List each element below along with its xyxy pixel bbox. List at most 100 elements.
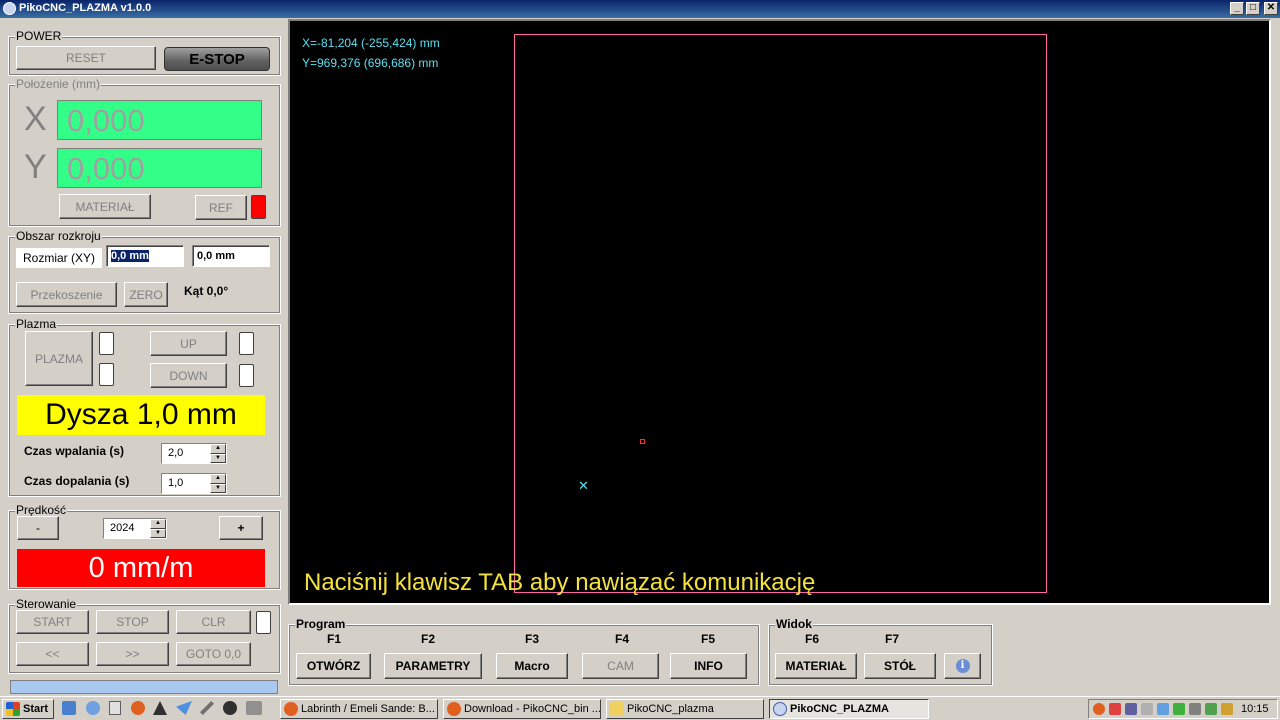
- open-button[interactable]: OTWÓRZ: [296, 653, 371, 679]
- speed-spinner[interactable]: 2024 ▲ ▼: [103, 518, 167, 539]
- title-bar[interactable]: PikoCNC_PLAZMA v1.0.0 _ □ ✕: [0, 0, 1280, 18]
- notepad-icon[interactable]: [109, 701, 121, 715]
- volume-icon[interactable]: [1141, 703, 1153, 715]
- media-icon[interactable]: [223, 701, 237, 715]
- plasma-button[interactable]: PLAZMA: [25, 331, 93, 386]
- windows-logo-icon: [6, 702, 20, 716]
- spin-down-icon[interactable]: ▼: [210, 483, 226, 493]
- task-firefox-labrinth[interactable]: Labrinth / Emeli Sande: B...: [280, 699, 438, 719]
- pierce-time-spinner[interactable]: 2,0 ▲ ▼: [161, 443, 227, 464]
- firefox-icon: [284, 702, 298, 716]
- angle-label: Kąt 0,0°: [184, 284, 229, 298]
- origin-marker: [640, 439, 645, 444]
- material-button[interactable]: MATERIAŁ: [59, 194, 151, 219]
- maximize-button[interactable]: □: [1246, 2, 1260, 15]
- task-label: Labrinth / Emeli Sande: B...: [301, 703, 435, 715]
- speed-title: Prędkość: [15, 503, 68, 517]
- ref-button[interactable]: REF: [195, 195, 247, 220]
- network-icon[interactable]: [1157, 703, 1169, 715]
- goto-zero-button[interactable]: GOTO 0,0: [176, 642, 251, 666]
- start-button[interactable]: START: [16, 610, 89, 634]
- plasma-indicator-top: [99, 332, 114, 355]
- x-position-display: 0,000: [57, 100, 262, 140]
- tray-app-icon[interactable]: [1093, 703, 1105, 715]
- spin-down-icon[interactable]: ▼: [150, 528, 166, 538]
- post-time-spinner[interactable]: 1,0 ▲ ▼: [161, 473, 227, 494]
- progress-bar: [10, 680, 278, 694]
- task-pikocnc[interactable]: PikoCNC_PLAZMA: [769, 699, 929, 719]
- f7-key-label: F7: [885, 632, 900, 646]
- messenger-icon[interactable]: [86, 701, 100, 715]
- clr-button[interactable]: CLR: [176, 610, 251, 634]
- material-view-button[interactable]: MATERIAŁ: [775, 653, 857, 679]
- plasma-title: Plazma: [15, 317, 58, 331]
- pierce-time-value: 2,0: [168, 447, 184, 459]
- f4-key-label: F4: [615, 632, 630, 646]
- spin-up-icon[interactable]: ▲: [150, 519, 166, 529]
- pierce-time-label: Czas wpalania (s): [24, 444, 125, 458]
- zero-button[interactable]: ZERO: [124, 282, 168, 307]
- size-x-input[interactable]: 0,0 mm: [106, 245, 184, 267]
- control-indicator: [256, 611, 271, 634]
- size-x-value: 0,0 mm: [111, 250, 149, 262]
- info-button[interactable]: INFO: [670, 653, 747, 679]
- down-button[interactable]: DOWN: [150, 363, 227, 388]
- app-launcher-icon[interactable]: [153, 701, 167, 715]
- parameters-button[interactable]: PARAMETRY: [384, 653, 482, 679]
- minimize-button[interactable]: _: [1230, 2, 1244, 15]
- firefox-icon[interactable]: [131, 701, 145, 715]
- cursor-y-coordinate: Y=969,376 (696,686) mm: [302, 56, 439, 70]
- speed-plus-button[interactable]: +: [219, 516, 263, 540]
- view-info-button[interactable]: i: [944, 653, 981, 679]
- y-position-display: 0,000: [57, 148, 262, 188]
- cam-button[interactable]: CAM: [582, 653, 659, 679]
- nvidia-icon[interactable]: [1173, 703, 1185, 715]
- macro-button[interactable]: Macro: [496, 653, 568, 679]
- display-icon[interactable]: [246, 701, 262, 715]
- up-button[interactable]: UP: [150, 331, 227, 356]
- window-title: PikoCNC_PLAZMA v1.0.0: [19, 2, 152, 14]
- pikocnc-icon: [773, 702, 787, 716]
- program-title: Program: [295, 617, 347, 631]
- f6-key-label: F6: [805, 632, 820, 646]
- spin-down-icon[interactable]: ▼: [210, 453, 226, 463]
- close-button[interactable]: ✕: [1264, 2, 1278, 15]
- start-button[interactable]: Start: [2, 699, 54, 719]
- f1-key-label: F1: [327, 632, 342, 646]
- task-folder[interactable]: PikoCNC_plazma: [606, 699, 764, 719]
- estop-button[interactable]: E-STOP: [164, 47, 270, 71]
- tray-monitor-icon[interactable]: [1125, 703, 1137, 715]
- up-indicator: [239, 332, 254, 355]
- cnc-canvas[interactable]: X=-81,204 (-255,424) mm Y=969,376 (696,6…: [288, 19, 1271, 605]
- tray-update-icon[interactable]: [1221, 703, 1233, 715]
- control-title: Sterowanie: [15, 597, 78, 611]
- task-firefox-download[interactable]: Download - PikoCNC_bin ...: [443, 699, 601, 719]
- crosshair-icon: ✕: [578, 478, 589, 493]
- step-back-button[interactable]: <<: [16, 642, 89, 666]
- tools-icon[interactable]: [200, 701, 214, 715]
- spin-up-icon[interactable]: ▲: [210, 444, 226, 454]
- post-time-label: Czas dopalania (s): [24, 474, 130, 488]
- cursor-x-coordinate: X=-81,204 (-255,424) mm: [302, 36, 440, 50]
- stop-button[interactable]: STOP: [96, 610, 169, 634]
- bird-icon[interactable]: [176, 701, 192, 715]
- table-view-button[interactable]: STÓŁ: [864, 653, 936, 679]
- task-label: PikoCNC_PLAZMA: [790, 703, 890, 715]
- status-message: Naciśnij klawisz TAB aby nawiązać komuni…: [304, 569, 816, 596]
- speed-value: 2024: [110, 522, 135, 534]
- spin-up-icon[interactable]: ▲: [210, 474, 226, 484]
- info-icon: i: [955, 659, 970, 673]
- tray-settings-icon[interactable]: [1109, 703, 1121, 715]
- f2-key-label: F2: [421, 632, 436, 646]
- size-y-input[interactable]: 0,0 mm: [192, 245, 270, 267]
- step-forward-button[interactable]: >>: [96, 642, 169, 666]
- tray-device-icon[interactable]: [1189, 703, 1201, 715]
- position-title: Położenie (mm): [15, 77, 102, 91]
- skew-button[interactable]: Przekoszenie: [16, 282, 117, 307]
- ie-icon[interactable]: [62, 701, 76, 715]
- speed-minus-button[interactable]: -: [17, 516, 59, 540]
- tray-security-icon[interactable]: [1205, 703, 1217, 715]
- cut-area-title: Obszar rozkroju: [15, 229, 102, 243]
- nozzle-display: Dysza 1,0 mm: [17, 395, 265, 435]
- reset-button[interactable]: RESET: [16, 46, 156, 70]
